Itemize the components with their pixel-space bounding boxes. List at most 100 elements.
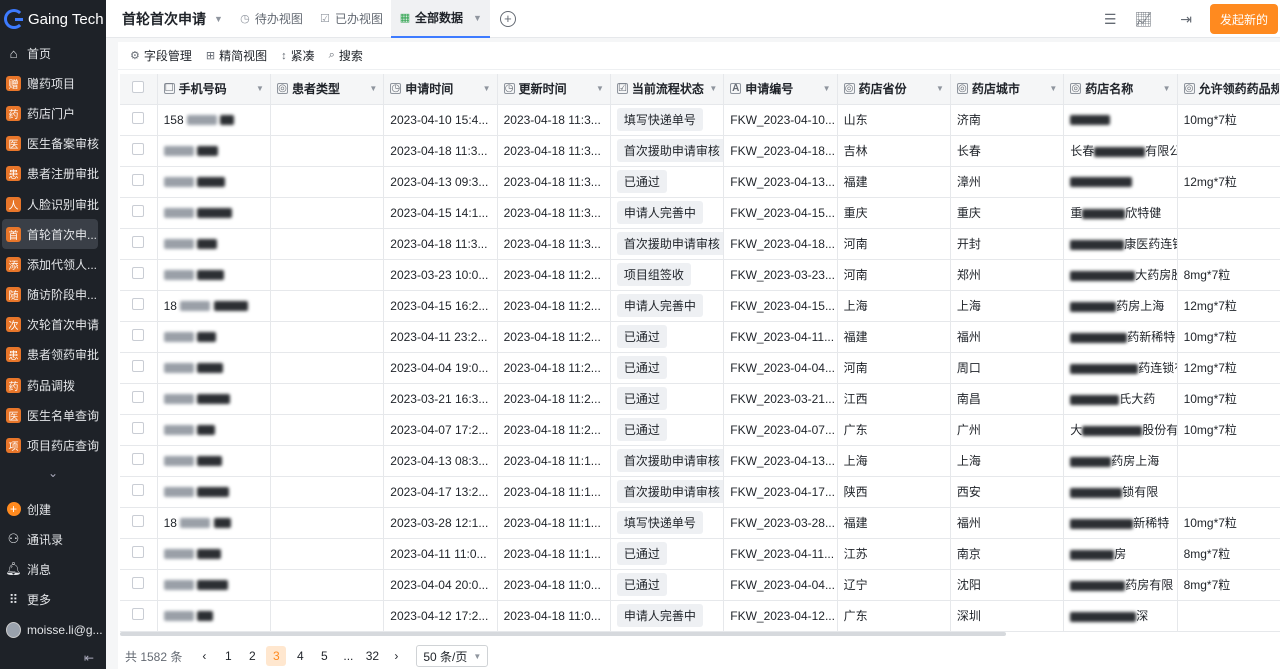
row-checkbox[interactable] — [120, 290, 158, 322]
chevron-down-icon[interactable]: ▼ — [709, 84, 717, 93]
sidebar-item[interactable]: 人人脸识别审批 — [0, 189, 106, 219]
list-icon[interactable]: ☰ — [1104, 11, 1117, 28]
row-checkbox[interactable] — [120, 197, 158, 229]
page-number[interactable]: 32 — [362, 646, 382, 666]
sidebar-item[interactable]: 赠赠药项目 — [0, 68, 106, 98]
page-title[interactable]: 首轮首次申请 — [106, 9, 206, 29]
search-button[interactable]: ⌕ 搜索 — [329, 47, 363, 64]
tab-todo-view[interactable]: ◷ 待办视图 — [231, 0, 311, 38]
chevron-down-icon[interactable]: ▼ — [936, 84, 944, 93]
chevron-down-icon[interactable]: ▼ — [483, 84, 491, 93]
chevron-down-icon[interactable]: ▼ — [1049, 84, 1057, 93]
table-row[interactable]: 2023-04-11 11:0... 2023-04-18 11:1... 已通过 F… — [120, 538, 1280, 570]
page-number[interactable]: 5 — [314, 646, 334, 666]
column-header[interactable]: ◎ 药店名称 ▼ — [1063, 74, 1178, 105]
table-row[interactable]: 2023-04-12 17:2... 2023-04-18 11:0... 申请人完… — [120, 600, 1280, 632]
export-icon[interactable]: ⇥ — [1180, 11, 1192, 28]
dense-button[interactable]: ↕ 紧凑 — [281, 47, 315, 64]
sidebar-item[interactable]: 药药品调拨 — [0, 370, 106, 400]
collapse-sidebar-icon[interactable]: ⇤ — [84, 651, 94, 665]
prev-page-icon[interactable]: ‹ — [194, 646, 214, 666]
expand-more-icon[interactable]: ⌄ — [0, 461, 106, 485]
column-header[interactable]: ☐ 手机号码 ▼ — [157, 74, 271, 105]
chevron-down-icon[interactable]: ▼ — [214, 14, 223, 24]
launch-new-button[interactable]: 发起新的 — [1210, 4, 1278, 34]
page-number[interactable]: 4 — [290, 646, 310, 666]
row-checkbox[interactable] — [120, 445, 158, 477]
table-row[interactable]: 18 2023-03-28 12:1... 2023-04-18 11:1... 填… — [120, 507, 1280, 539]
add-view-icon[interactable]: + — [499, 10, 516, 27]
chevron-down-icon[interactable]: ▼ — [473, 13, 482, 23]
column-header[interactable]: ☑ 当前流程状态 ▼ — [610, 74, 725, 105]
row-checkbox[interactable] — [120, 166, 158, 198]
table-row[interactable]: 2023-04-11 23:2... 2023-04-18 11:2... 已通过 F… — [120, 321, 1280, 353]
table-row[interactable]: 2023-04-13 09:3... 2023-04-18 11:3... 已通过 F… — [120, 166, 1280, 198]
next-page-icon[interactable]: › — [386, 646, 406, 666]
row-checkbox[interactable] — [120, 104, 158, 136]
more-link[interactable]: ⠿ 更多 — [0, 585, 106, 615]
sidebar-item[interactable]: ⌂ 首页 — [0, 38, 106, 68]
row-checkbox[interactable] — [120, 414, 158, 446]
sidebar-item[interactable]: 医医生备案审核 — [0, 129, 106, 159]
sidebar-item[interactable]: 医医生名单查询 — [0, 400, 106, 430]
chevron-down-icon[interactable]: ▼ — [256, 84, 264, 93]
chevron-down-icon[interactable]: ▼ — [596, 84, 604, 93]
page-number[interactable]: 2 — [242, 646, 262, 666]
create-button[interactable]: + 创建 — [0, 494, 106, 524]
tab-done-view[interactable]: ☑ 已办视图 — [311, 0, 391, 38]
contacts-link[interactable]: ⚇ 通讯录 — [0, 524, 106, 554]
table-row[interactable]: 2023-04-15 14:1... 2023-04-18 11:3... 申请人完… — [120, 197, 1280, 229]
table-row[interactable]: 2023-04-18 11:3... 2023-04-18 11:3... 首次援助… — [120, 135, 1280, 167]
sidebar-item[interactable]: 首首轮首次申... — [2, 219, 98, 250]
table-row[interactable]: 2023-04-07 17:2... 2023-04-18 11:2... 已通过 F… — [120, 414, 1280, 446]
row-checkbox[interactable] — [120, 383, 158, 415]
row-checkbox[interactable] — [120, 352, 158, 384]
column-header[interactable]: ◎ 患者类型 ▼ — [270, 74, 385, 105]
messages-link[interactable]: 🔔︎ 消息 — [0, 554, 106, 584]
chevron-down-icon[interactable]: ▼ — [823, 84, 831, 93]
page-number[interactable]: ... — [338, 646, 358, 666]
column-header[interactable]: ◎ 药店城市 ▼ — [950, 74, 1065, 105]
brand-logo[interactable]: Gaing Tech — [0, 0, 106, 38]
user-profile[interactable]: moisse.li@g... — [0, 615, 106, 645]
table-row[interactable]: 158 2023-04-10 15:4... 2023-04-18 11:3...… — [120, 104, 1280, 136]
sidebar-item[interactable]: 项项目药店查询 — [0, 430, 106, 460]
horizontal-scrollbar[interactable] — [120, 632, 1006, 636]
table-row[interactable]: 2023-04-04 19:0... 2023-04-18 11:2... 已通过 F… — [120, 352, 1280, 384]
sidebar-item[interactable]: 患患者注册审批 — [0, 159, 106, 189]
page-size-select[interactable]: 50 条/页 ▼ — [416, 645, 489, 667]
row-checkbox[interactable] — [120, 259, 158, 291]
table-row[interactable]: 2023-04-04 20:0... 2023-04-18 11:0... 已通过 F… — [120, 569, 1280, 601]
page-number[interactable]: 1 — [218, 646, 238, 666]
sidebar-item[interactable]: 药药店门户 — [0, 98, 106, 128]
table-row[interactable]: 2023-03-21 16:3... 2023-04-18 11:2... 已通过 F… — [120, 383, 1280, 415]
table-row[interactable]: 18 2023-04-15 16:2... 2023-04-18 11:2... 申… — [120, 290, 1280, 322]
table-row[interactable]: 2023-03-23 10:0... 2023-04-18 11:2... 项目组签… — [120, 259, 1280, 291]
row-checkbox[interactable] — [120, 538, 158, 570]
row-checkbox[interactable] — [120, 569, 158, 601]
column-header[interactable]: ◎ 药店省份 ▼ — [837, 74, 951, 105]
chevron-down-icon[interactable]: ▼ — [369, 84, 377, 93]
page-number[interactable]: 3 — [266, 646, 287, 666]
row-checkbox[interactable] — [120, 321, 158, 353]
sidebar-item[interactable]: 添添加代领人... — [0, 249, 106, 279]
sidebar-item[interactable]: 随随访阶段申... — [0, 280, 106, 310]
column-header[interactable]: A 申请编号 ▼ — [723, 74, 838, 105]
column-header[interactable]: ◷ 更新时间 ▼ — [497, 74, 611, 105]
select-all-checkbox[interactable] — [120, 74, 158, 105]
table-row[interactable]: 2023-04-17 13:2... 2023-04-18 11:1... 首次援助… — [120, 476, 1280, 508]
trend-chart-icon[interactable]: 📈︎ — [1134, 11, 1152, 28]
tab-all-data[interactable]: ▦ 全部数据 ▼ — [390, 0, 490, 38]
table-row[interactable]: 2023-04-18 11:3... 2023-04-18 11:3... 首次援助… — [120, 228, 1280, 260]
row-checkbox[interactable] — [120, 600, 158, 632]
chevron-down-icon[interactable]: ▼ — [1163, 84, 1171, 93]
compact-view-button[interactable]: ⊞ 精简视图 — [206, 47, 267, 64]
column-header[interactable]: ◷ 申请时间 ▼ — [383, 74, 498, 105]
field-management-button[interactable]: ⚙ 字段管理 — [130, 47, 192, 64]
row-checkbox[interactable] — [120, 507, 158, 539]
column-header[interactable]: ◎ 允许领药药品规 — [1177, 74, 1280, 105]
row-checkbox[interactable] — [120, 476, 158, 508]
row-checkbox[interactable] — [120, 135, 158, 167]
sidebar-item[interactable]: 次次轮首次申请 — [0, 310, 106, 340]
table-row[interactable]: 2023-04-13 08:3... 2023-04-18 11:1... 首次援助… — [120, 445, 1280, 477]
